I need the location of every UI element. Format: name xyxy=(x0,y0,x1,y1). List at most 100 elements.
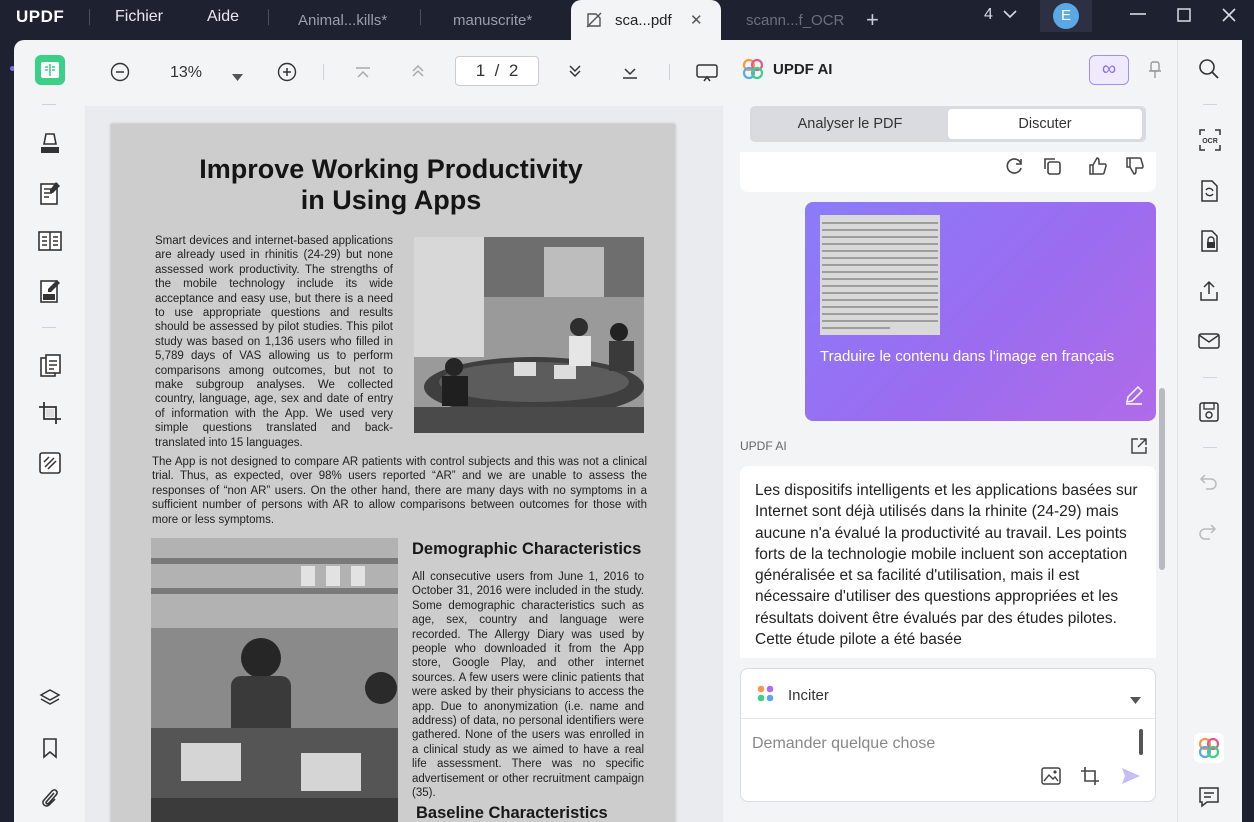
ocr-icon[interactable]: OCR xyxy=(1198,128,1222,152)
app-logo: UPDF xyxy=(16,7,65,26)
divider xyxy=(1203,104,1217,105)
ai-panel-title: UPDF AI xyxy=(773,61,833,78)
maximize-icon[interactable] xyxy=(1177,6,1191,27)
pin-icon[interactable] xyxy=(1147,60,1163,85)
save-icon[interactable] xyxy=(1198,401,1222,425)
tab-label: manuscrite* xyxy=(453,12,533,29)
thumbs-down-icon[interactable] xyxy=(1125,156,1145,181)
divider xyxy=(89,9,90,25)
divider xyxy=(669,64,670,80)
divider xyxy=(42,104,56,105)
user-avatar[interactable]: E xyxy=(1040,0,1092,32)
divider xyxy=(268,9,269,25)
minimize-icon[interactable] xyxy=(1129,4,1147,29)
tab-animal-skills[interactable]: Animal...kills* xyxy=(288,0,418,40)
left-rail xyxy=(0,40,15,822)
heading-baseline: Baseline Characteristics xyxy=(416,804,608,822)
close-tab-icon[interactable]: ✕ xyxy=(690,11,703,29)
send-icon[interactable] xyxy=(1121,767,1141,790)
organize-pages-icon[interactable] xyxy=(35,226,65,256)
updf-ai-icon[interactable] xyxy=(1194,733,1224,763)
next-page-icon[interactable] xyxy=(567,64,583,83)
new-tab-icon[interactable]: + xyxy=(866,7,879,33)
ai-response-text: Les dispositifs intelligents et les appl… xyxy=(740,466,1156,658)
reader-mode-icon[interactable] xyxy=(35,55,65,85)
bookmark-icon[interactable] xyxy=(35,733,65,763)
attached-image-thumbnail[interactable] xyxy=(820,215,940,335)
open-external-icon[interactable] xyxy=(1130,437,1148,460)
document-toolbar: 13% 1 / 2 xyxy=(85,40,723,106)
screenshot-crop-icon[interactable] xyxy=(1080,766,1100,791)
tab-analyze-pdf[interactable]: Analyser le PDF xyxy=(752,109,948,139)
divider xyxy=(1203,447,1217,448)
tab-scann-ocr[interactable]: scann...f_OCR xyxy=(734,0,854,40)
zoom-dropdown-icon[interactable] xyxy=(232,68,243,86)
window-count[interactable]: 4 xyxy=(984,6,1017,24)
presentation-icon[interactable] xyxy=(696,64,718,87)
input-scrollbar[interactable] xyxy=(1139,729,1143,755)
share-icon[interactable] xyxy=(1198,280,1222,304)
tab-scan-pdf-active[interactable]: sca...pdf ✕ xyxy=(571,0,721,40)
chat-scrollbar[interactable] xyxy=(1159,388,1165,570)
window-edge xyxy=(1242,40,1254,822)
protect-pdf-icon[interactable] xyxy=(1198,229,1222,253)
tab-chat[interactable]: Discuter xyxy=(948,109,1142,139)
layers-icon[interactable] xyxy=(35,683,65,713)
divider xyxy=(420,9,421,25)
edit-text-icon[interactable] xyxy=(35,178,65,208)
undo-icon[interactable] xyxy=(1198,473,1222,497)
first-page-icon[interactable] xyxy=(355,66,371,84)
search-icon[interactable] xyxy=(1198,58,1222,82)
divider xyxy=(323,64,324,80)
ask-input[interactable] xyxy=(752,735,1132,753)
zoom-level[interactable]: 13% xyxy=(170,64,202,82)
scan-doc-icon xyxy=(586,12,602,28)
tab-manuscrite[interactable]: manuscrite* xyxy=(442,0,566,40)
ai-panel: UPDF AI ∞ Analyser le PDF Discuter Tradu… xyxy=(723,40,1177,822)
redo-icon[interactable] xyxy=(1198,523,1222,547)
page-number-field[interactable]: 1 / 2 xyxy=(455,56,539,86)
infinity-mode-button[interactable]: ∞ xyxy=(1089,55,1129,85)
menu-fichier[interactable]: Fichier xyxy=(115,8,163,26)
protect-icon[interactable] xyxy=(35,448,65,478)
convert-pdf-icon[interactable] xyxy=(1198,179,1222,203)
thumbs-up-icon[interactable] xyxy=(1088,156,1108,181)
edit-message-icon[interactable] xyxy=(1124,385,1144,410)
copy-icon[interactable] xyxy=(1042,156,1062,181)
prompt-selector[interactable]: Inciter xyxy=(741,669,1155,719)
zoom-in-icon[interactable] xyxy=(277,62,297,87)
user-message-bubble: Traduire le contenu dans l'image en fran… xyxy=(805,202,1156,421)
last-page-icon[interactable] xyxy=(622,66,638,84)
close-window-icon[interactable] xyxy=(1222,6,1236,27)
crop-icon[interactable] xyxy=(35,398,65,428)
tab-label: Animal...kills* xyxy=(298,12,388,29)
left-sidebar xyxy=(14,40,85,822)
attachment-icon[interactable] xyxy=(35,783,65,813)
document-viewport[interactable]: Improve Working Productivity in Using Ap… xyxy=(85,106,723,822)
form-icon[interactable] xyxy=(35,276,65,306)
regenerate-icon[interactable] xyxy=(1005,156,1025,181)
previous-page-icon[interactable] xyxy=(410,64,426,83)
divider xyxy=(42,327,56,328)
highlighter-icon[interactable] xyxy=(35,128,65,158)
tab-label: scann...f_OCR xyxy=(746,12,845,29)
comment-icon[interactable] xyxy=(1198,786,1222,810)
title-bar: UPDF Fichier Aide Animal...kills* manusc… xyxy=(0,0,1254,40)
chat-input-box: Inciter xyxy=(740,668,1156,802)
divider xyxy=(1203,377,1217,378)
zoom-out-icon[interactable] xyxy=(110,62,130,87)
intro-paragraph: Smart devices and internet-based applica… xyxy=(155,235,393,449)
office-photo-1 xyxy=(414,237,644,433)
prompt-dropdown-icon xyxy=(1130,691,1141,709)
convert-icon[interactable] xyxy=(35,351,65,381)
tab-label: sca...pdf xyxy=(615,12,672,29)
demographic-paragraph: All consecutive users from June 1, 2016 … xyxy=(412,571,645,800)
office-photo-2 xyxy=(151,538,398,822)
chat-history[interactable]: Traduire le contenu dans l'image en fran… xyxy=(723,152,1177,658)
second-paragraph: The App is not designed to compare AR pa… xyxy=(152,456,647,526)
email-icon[interactable] xyxy=(1198,331,1222,355)
chevron-down-icon xyxy=(1003,10,1017,19)
menu-aide[interactable]: Aide xyxy=(207,8,239,26)
document-title: Improve Working Productivity in Using Ap… xyxy=(199,154,583,215)
insert-image-icon[interactable] xyxy=(1041,767,1061,790)
